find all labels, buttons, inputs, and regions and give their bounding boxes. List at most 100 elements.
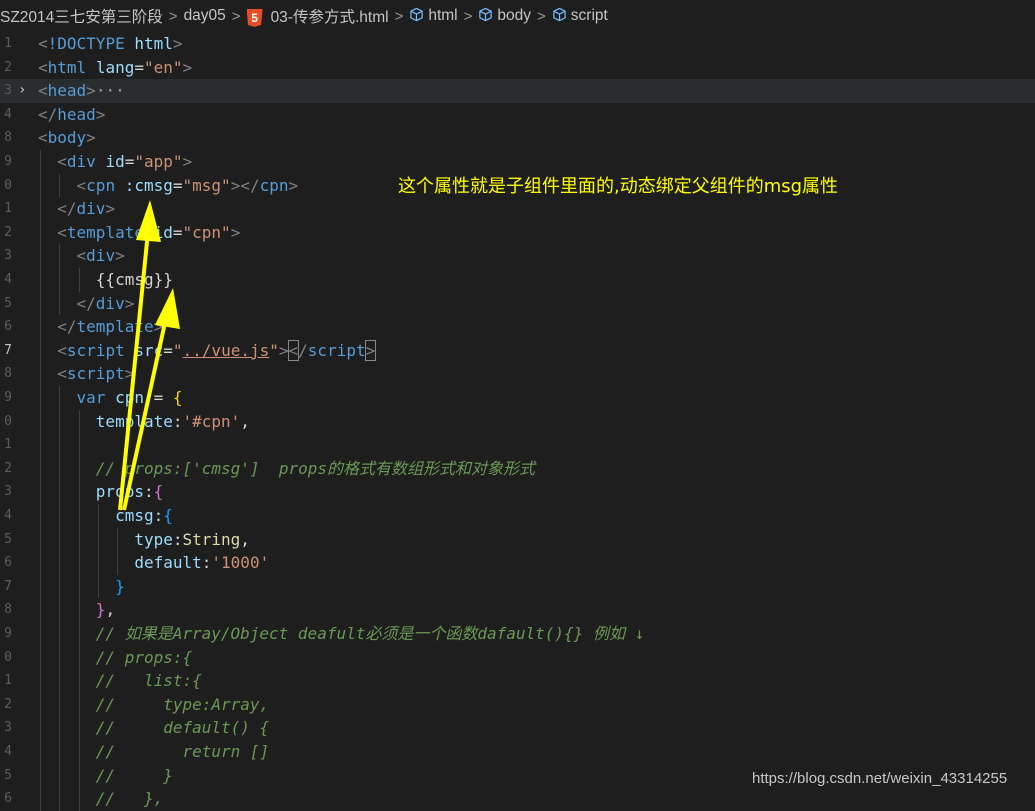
code-token: div — [95, 293, 125, 313]
code-token: / — [298, 340, 308, 360]
code-token: > — [86, 81, 96, 101]
code-token: > — [153, 317, 164, 337]
code-token: id — [105, 152, 125, 171]
code-token: // props:{ — [95, 647, 193, 667]
code-line[interactable]: 7 <script src="../vue.js"></script> — [0, 339, 1035, 363]
code-text: <cpn :cmsg="msg"></cpn> — [38, 174, 299, 198]
indent-guide — [59, 173, 61, 198]
code-token: "cpn" — [182, 222, 231, 242]
code-token: = — [172, 175, 183, 195]
code-line[interactable]: 4 {{cmsg}} — [0, 268, 1035, 292]
code-line[interactable]: 8 <script> — [0, 362, 1035, 386]
code-token: !DOCTYPE — [47, 34, 135, 53]
code-line[interactable]: 9 var cpn = { — [0, 386, 1035, 410]
breadcrumb-item[interactable]: day05 — [184, 7, 226, 25]
code-line[interactable]: 5 type:String, — [0, 528, 1035, 552]
symbol-element-icon — [409, 7, 428, 24]
code-token: </ — [57, 317, 77, 337]
line-number: 2 — [4, 460, 12, 476]
line-number: 4 — [4, 106, 12, 122]
code-text: <div id="app"> — [38, 150, 192, 174]
line-number: 5 — [4, 295, 12, 311]
code-token: // list:{ — [95, 671, 202, 691]
chevron-right-icon: > — [231, 7, 241, 25]
code-line[interactable]: 7 } — [0, 575, 1035, 599]
line-number: 5 — [4, 531, 12, 547]
code-token: = — [134, 57, 144, 77]
code-token: </ — [38, 104, 58, 124]
code-text: // }, — [38, 787, 163, 811]
code-line[interactable]: 5 </div> — [0, 292, 1035, 316]
code-token: script — [66, 340, 135, 360]
code-token: template — [66, 222, 154, 242]
line-number: 8 — [4, 130, 12, 146]
code-line[interactable]: 1 </div> — [0, 197, 1035, 221]
code-line[interactable]: 0 template:'#cpn', — [0, 410, 1035, 434]
code-editor[interactable]: 1 <!DOCTYPE html> 2 <html lang="en"> 3 › <head… — [0, 32, 1035, 811]
code-token: < — [76, 175, 87, 195]
breadcrumb-item[interactable]: SZ2014三七安第三阶段 — [0, 5, 163, 27]
code-line[interactable]: 6 default:'1000' — [0, 551, 1035, 575]
code-text: <div> — [38, 244, 125, 268]
code-text: type:String, — [38, 528, 250, 552]
code-line[interactable]: 9 <div id="app"> — [0, 150, 1035, 174]
line-number: 0 — [4, 413, 12, 429]
code-line[interactable]: 9 // 如果是Array/Object deafult必须是一个函数dafau… — [0, 622, 1035, 646]
fold-chevron-icon[interactable]: › — [18, 79, 26, 103]
code-token: > — [105, 199, 116, 219]
code-text: } — [38, 575, 125, 599]
code-token: head — [57, 104, 96, 124]
code-line[interactable]: 3 // default() { — [0, 716, 1035, 740]
code-token: cpn — [259, 175, 289, 195]
code-token: : — [172, 411, 183, 431]
code-text: </head> — [38, 103, 105, 127]
code-line[interactable]: 4 // return [] — [0, 740, 1035, 764]
code-token: cpn — [115, 388, 144, 407]
code-line[interactable]: 1 // list:{ — [0, 669, 1035, 693]
code-line[interactable]: 0 // props:{ — [0, 646, 1035, 670]
code-token: > — [86, 128, 96, 148]
code-token: src — [134, 340, 164, 360]
code-token: > — [278, 340, 289, 360]
code-line[interactable]: 3 props:{ — [0, 480, 1035, 504]
code-text: <script> — [38, 362, 134, 386]
code-line[interactable]: 3 › <head>··· — [0, 79, 1035, 103]
code-token: "msg" — [182, 175, 231, 195]
code-line[interactable]: 6 // }, — [0, 787, 1035, 811]
code-token: { — [172, 388, 183, 407]
code-line[interactable]: 1 — [0, 433, 1035, 457]
breadcrumb-item[interactable]: body — [478, 7, 531, 25]
code-line[interactable]: 2 <template id="cpn"> — [0, 221, 1035, 245]
code-token: > — [124, 293, 135, 313]
code-line[interactable]: 3 <div> — [0, 244, 1035, 268]
breadcrumb-item[interactable]: script — [552, 7, 608, 25]
breadcrumb: SZ2014三七安第三阶段 > day05 >5 03-传参方式.html > html > b… — [0, 0, 1035, 32]
breadcrumb-item[interactable]: html — [409, 7, 458, 25]
breadcrumb-item[interactable]: 5 03-传参方式.html — [246, 5, 389, 27]
code-token: < — [57, 152, 67, 171]
code-token: template — [76, 317, 154, 337]
code-line[interactable]: 4 cmsg:{ — [0, 504, 1035, 528]
code-token: < — [38, 128, 48, 148]
code-token: // } — [95, 765, 173, 785]
code-token: div — [86, 246, 116, 266]
code-line[interactable]: 2 // props:['cmsg'] props的格式有数组形式和对象形式 — [0, 457, 1035, 481]
code-token: // 如果是Array/Object deafult必须是一个函数dafault… — [95, 624, 645, 643]
line-number: 4 — [4, 272, 12, 287]
code-token: "app" — [134, 152, 183, 171]
code-line[interactable]: 1 <!DOCTYPE html> — [0, 32, 1035, 56]
code-line[interactable]: 2 <html lang="en"> — [0, 56, 1035, 80]
code-line[interactable]: 8 <body> — [0, 126, 1035, 150]
line-number: 7 — [4, 578, 12, 594]
code-line[interactable]: 4 </head> — [0, 103, 1035, 127]
code-line[interactable]: 2 // type:Array, — [0, 693, 1035, 717]
code-token: < — [38, 57, 48, 77]
code-line[interactable]: 6 </template> — [0, 315, 1035, 339]
code-line[interactable]: 8 }, — [0, 598, 1035, 622]
